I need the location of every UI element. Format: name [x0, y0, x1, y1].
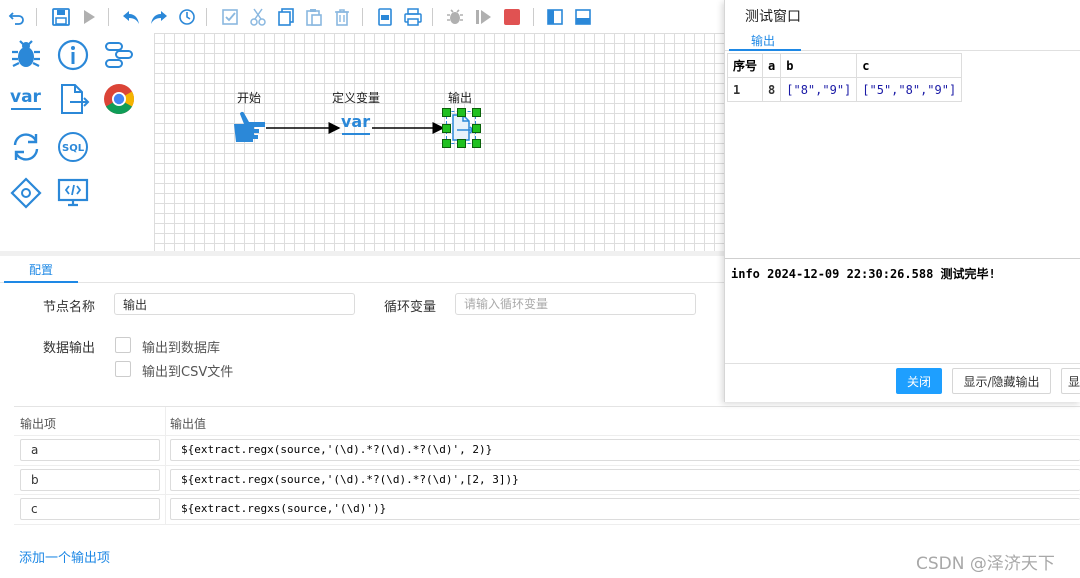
- column-divider: [165, 407, 166, 525]
- toolbar-separator: [432, 8, 433, 26]
- flow-icon[interactable]: [101, 37, 137, 73]
- step-icon[interactable]: [472, 6, 494, 28]
- column-header: c: [856, 53, 963, 78]
- bug-icon[interactable]: [8, 37, 44, 73]
- loop-icon[interactable]: [8, 129, 44, 165]
- output-csv-label: 输出到CSV文件: [142, 365, 234, 380]
- toolbar-separator: [108, 8, 109, 26]
- column-header: a: [762, 53, 782, 78]
- table-cell: 1: [726, 77, 764, 102]
- resize-handle[interactable]: [472, 139, 481, 148]
- column-header: b: [780, 53, 858, 78]
- resize-handle[interactable]: [472, 108, 481, 117]
- table-row: 1 8 ["8","9"] ["5","8","9"]: [726, 77, 963, 102]
- data-output-label: 数据输出: [43, 341, 96, 356]
- watermark: CSDN @泽济天下: [916, 554, 1055, 574]
- layout-bottom-icon[interactable]: [572, 6, 594, 28]
- code-monitor-icon[interactable]: [55, 175, 91, 211]
- output-item-b[interactable]: b: [20, 469, 160, 491]
- toolbar-separator: [36, 8, 37, 26]
- table-cell: ["8","9"]: [780, 77, 858, 102]
- test-window-tabs: 输出: [725, 30, 1080, 51]
- stop-icon[interactable]: [501, 6, 523, 28]
- tab-config[interactable]: 配置: [29, 261, 53, 278]
- save-icon[interactable]: [50, 6, 72, 28]
- table-cell: ["5","8","9"]: [856, 77, 963, 102]
- history-icon[interactable]: [176, 6, 198, 28]
- table-cell: 8: [762, 77, 782, 102]
- resize-handle[interactable]: [457, 108, 466, 117]
- tab-active-indicator: [729, 49, 801, 51]
- run-icon[interactable]: [78, 6, 100, 28]
- loop-var-input[interactable]: [455, 293, 696, 315]
- copy-icon[interactable]: [275, 6, 297, 28]
- info-icon[interactable]: [55, 37, 91, 73]
- var-icon[interactable]: var: [8, 81, 44, 117]
- output-db-checkbox[interactable]: [115, 337, 131, 353]
- back-icon[interactable]: [120, 6, 142, 28]
- row-divider: [14, 465, 1080, 466]
- undo-icon[interactable]: [6, 6, 28, 28]
- paste-icon[interactable]: [303, 6, 325, 28]
- forward-icon[interactable]: [148, 6, 170, 28]
- layout-left-icon[interactable]: [544, 6, 566, 28]
- component-palette: var SQL: [0, 33, 154, 251]
- chrome-icon[interactable]: [101, 81, 137, 117]
- output-db-label: 输出到数据库: [142, 341, 221, 356]
- output-value-c[interactable]: ${extract.regxs(source,'(\d)')}: [170, 498, 1080, 520]
- result-table: 序号 a b c 1 8 ["8","9"] ["5","8","9"]: [726, 53, 963, 102]
- partial-button[interactable]: 显: [1061, 368, 1080, 394]
- tab-output[interactable]: 输出: [751, 32, 775, 49]
- toolbar: [0, 0, 724, 34]
- output-items-table: 输出项 输出值 a ${extract.regx(source,'(\d).*?…: [14, 406, 1080, 525]
- test-window-title: 测试窗口: [745, 9, 801, 25]
- toolbar-separator: [533, 8, 534, 26]
- cut-icon[interactable]: [247, 6, 269, 28]
- debug-icon[interactable]: [444, 6, 466, 28]
- resize-handle[interactable]: [472, 124, 481, 133]
- column-header: 序号: [726, 53, 764, 78]
- sql-icon[interactable]: SQL: [55, 129, 91, 165]
- delete-icon[interactable]: [331, 6, 353, 28]
- add-output-item-link[interactable]: 添加一个输出项: [19, 547, 110, 566]
- export-file-icon[interactable]: [55, 81, 91, 117]
- diamond-icon[interactable]: [8, 175, 44, 211]
- column-header-value: 输出值: [170, 417, 207, 431]
- output-csv-checkbox[interactable]: [115, 361, 131, 377]
- resize-handle[interactable]: [442, 139, 451, 148]
- loop-var-label: 循环变量: [384, 300, 437, 315]
- row-divider: [14, 435, 1080, 436]
- log-panel: info 2024-12-09 22:30:26.588 测试完毕!: [725, 258, 1080, 364]
- palette-sql-text: SQL: [62, 143, 85, 154]
- node-name-label: 节点名称: [43, 300, 96, 315]
- table-header-row: 序号 a b c: [726, 53, 963, 78]
- toolbar-separator: [362, 8, 363, 26]
- toolbar-separator: [206, 8, 207, 26]
- column-header-item: 输出项: [20, 417, 57, 431]
- check-icon[interactable]: [219, 6, 241, 28]
- row-divider: [14, 524, 1080, 525]
- resize-handle[interactable]: [457, 139, 466, 148]
- tab-active-indicator: [4, 281, 78, 283]
- output-value-b[interactable]: ${extract.regx(source,'(\d).*?(\d).*?(\d…: [170, 469, 1080, 491]
- resize-handle[interactable]: [442, 124, 451, 133]
- close-button[interactable]: 关闭: [896, 368, 942, 394]
- resize-handle[interactable]: [442, 108, 451, 117]
- output-item-a[interactable]: a: [20, 439, 160, 461]
- log-line: info 2024-12-09 22:30:26.588 测试完毕!: [731, 267, 996, 281]
- export-icon[interactable]: [374, 6, 396, 28]
- print-icon[interactable]: [402, 6, 424, 28]
- test-window: 测试窗口 输出 序号 a b c 1 8 ["8","9"] ["5","8",…: [724, 0, 1080, 402]
- row-divider: [14, 494, 1080, 495]
- palette-var-text: var: [10, 87, 42, 107]
- toggle-output-button[interactable]: 显示/隐藏输出: [952, 368, 1051, 394]
- output-value-a[interactable]: ${extract.regx(source,'(\d).*?(\d).*?(\d…: [170, 439, 1080, 461]
- output-item-c[interactable]: c: [20, 498, 160, 520]
- flow-canvas[interactable]: 开始 定义变量 var 输出: [154, 33, 724, 251]
- node-name-input[interactable]: [114, 293, 355, 315]
- flow-connectors: [266, 122, 445, 134]
